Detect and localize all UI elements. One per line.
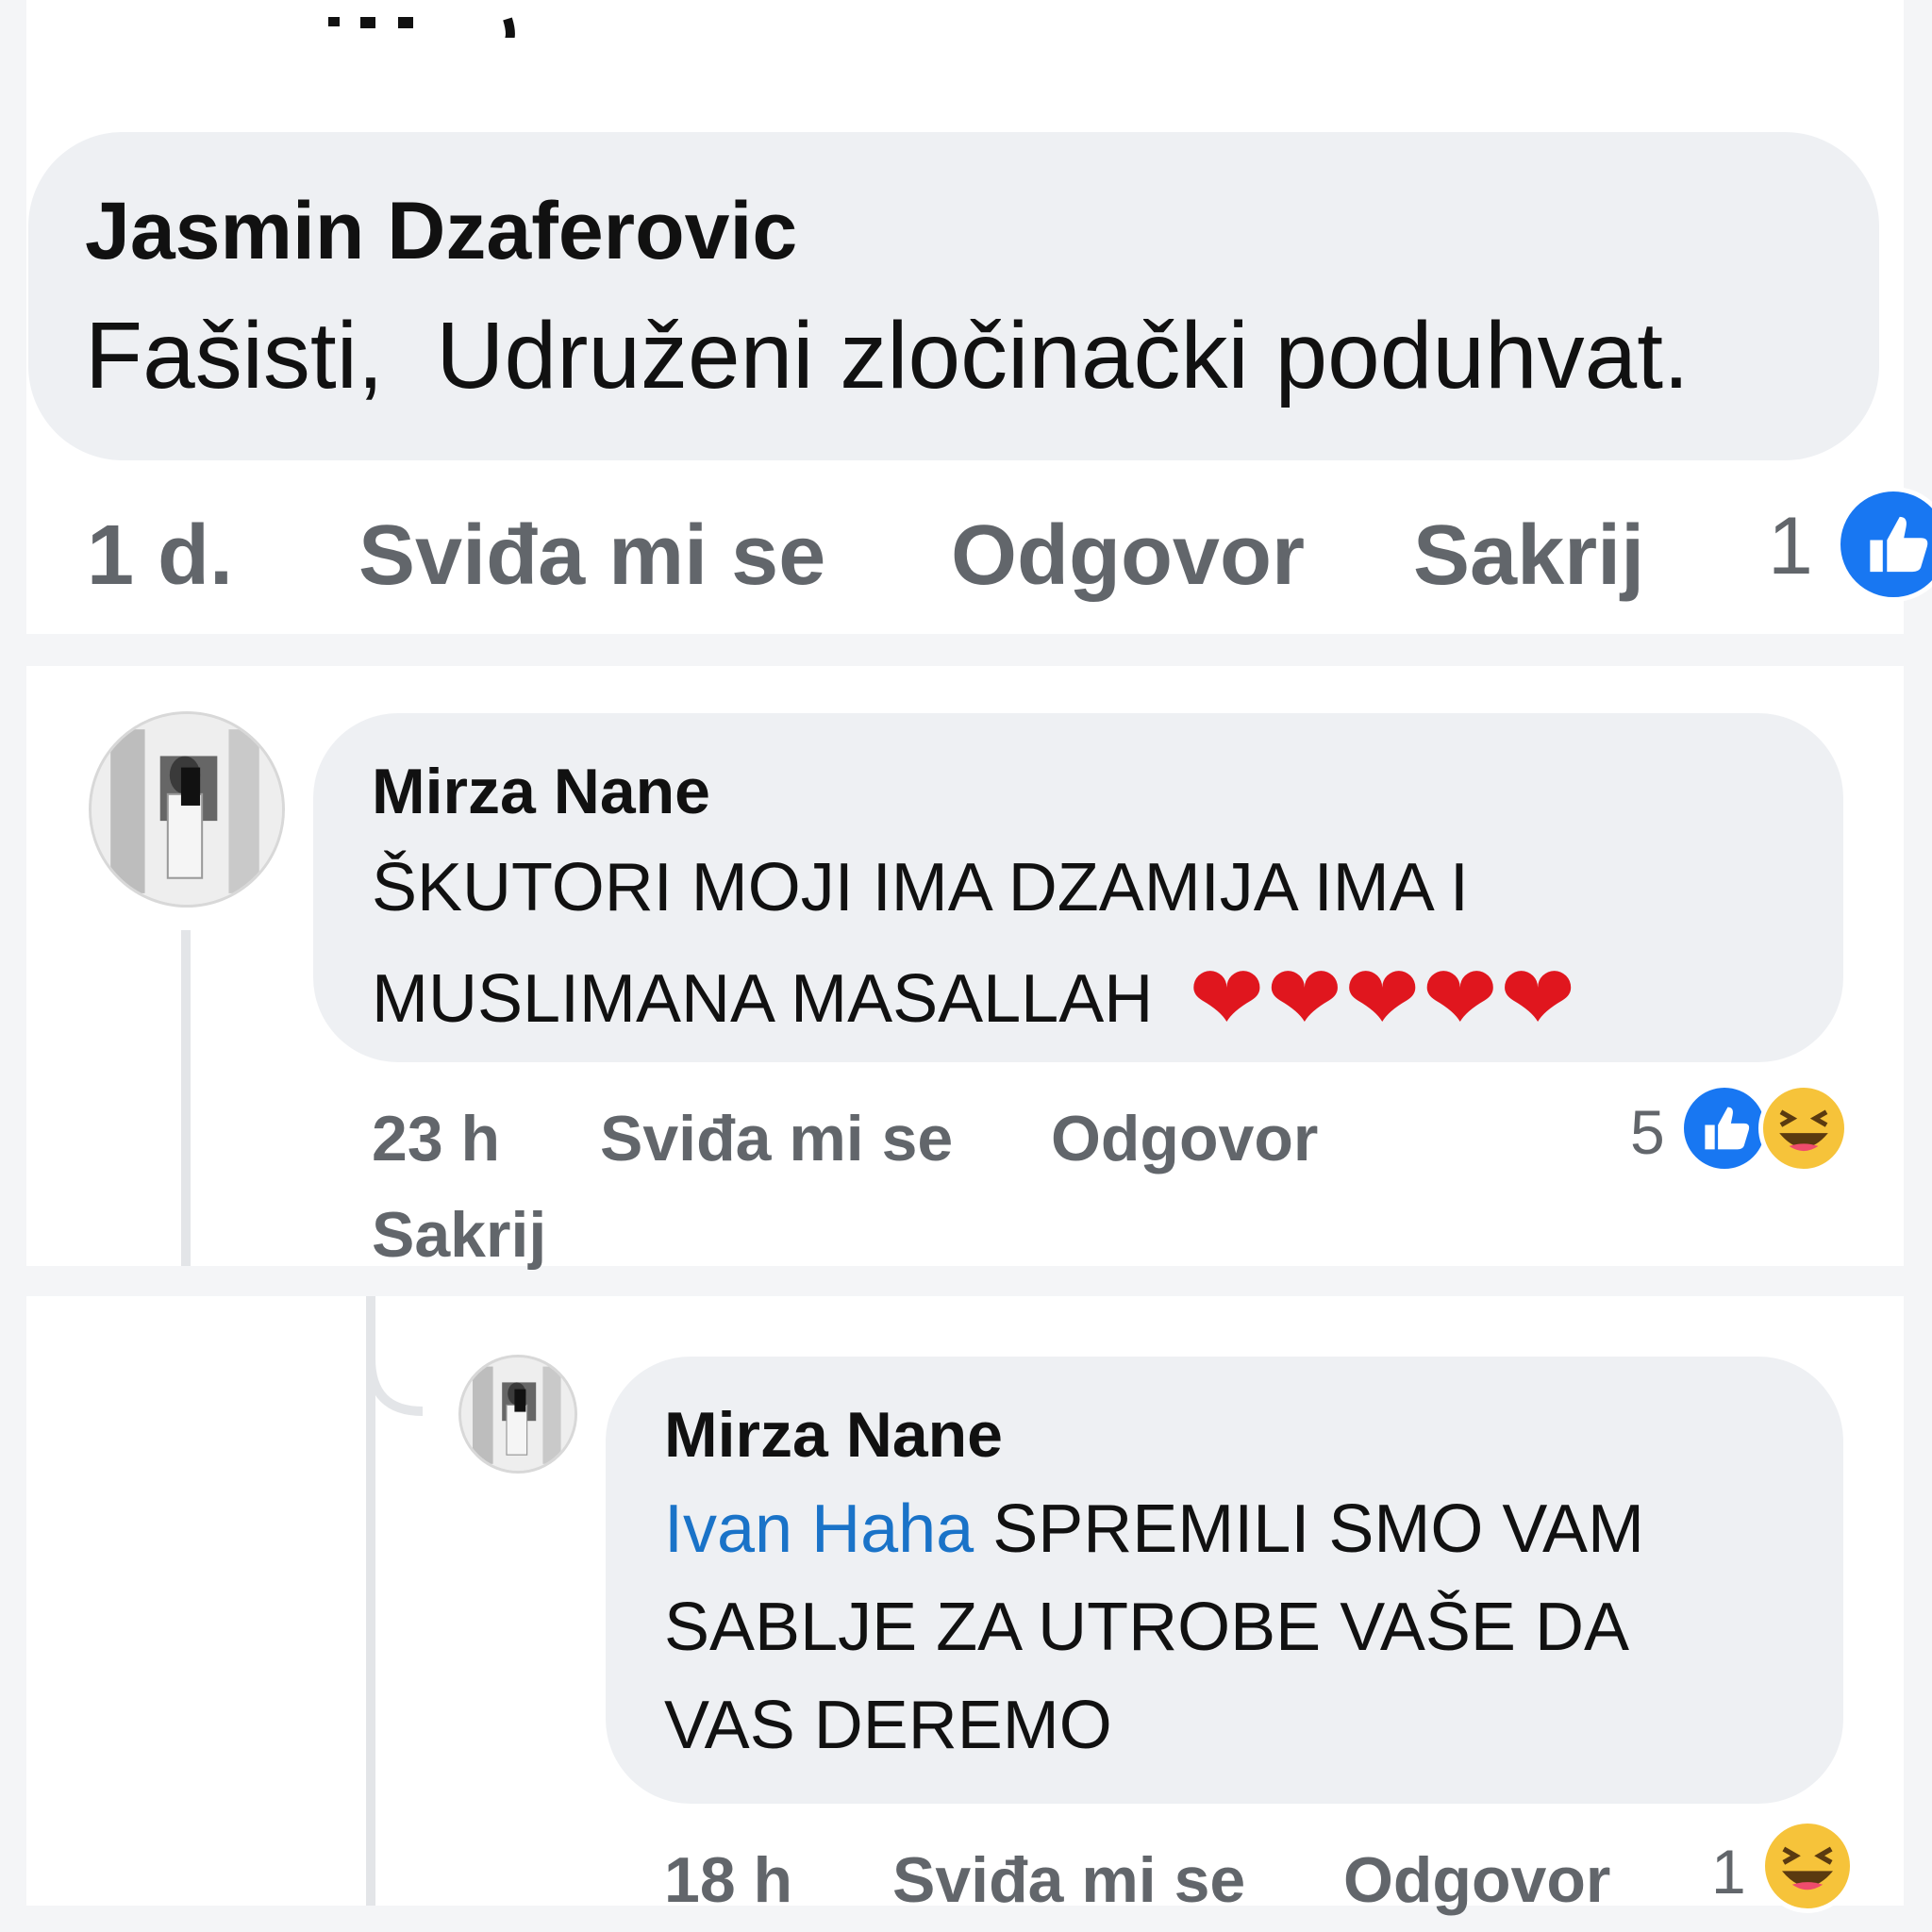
thread-line xyxy=(181,930,191,1266)
like-button[interactable]: Sviđa mi se xyxy=(600,1102,953,1175)
reply-button[interactable]: Odgovor xyxy=(951,508,1305,605)
comment-text: Fašisti, Udruženi zločinački poduhvat. xyxy=(85,303,1690,408)
reaction-count[interactable]: 1 xyxy=(1711,1836,1746,1907)
avatar[interactable] xyxy=(89,711,285,908)
reply-button[interactable]: Odgovor xyxy=(1051,1102,1318,1175)
cropped-text-fragment xyxy=(328,17,515,38)
like-icon xyxy=(1836,487,1932,602)
comment-text-line: VAS DEREMO xyxy=(664,1688,1112,1763)
like-button[interactable]: Sviđa mi se xyxy=(892,1843,1245,1917)
comment-bubble[interactable] xyxy=(28,132,1879,460)
like-icon xyxy=(1679,1083,1770,1174)
comment-text-line: Ivan Haha SPREMILI SMO VAM xyxy=(664,1491,1644,1568)
comment-text-line: MUSLIMANA MASALLAH ❤❤❤❤❤ xyxy=(372,945,1577,1051)
mention-link[interactable]: Ivan Haha xyxy=(664,1491,974,1567)
comment-text-line: ŠKUTORI MOJI IMA DZAMIJA IMA I xyxy=(372,850,1469,925)
haha-icon xyxy=(1760,1819,1855,1913)
hide-button[interactable]: Sakrij xyxy=(1413,508,1644,605)
comment-timestamp[interactable]: 1 d. xyxy=(87,508,233,605)
comment-text-line: SABLJE ZA UTROBE VAŠE DA xyxy=(664,1590,1629,1665)
haha-icon xyxy=(1758,1083,1849,1174)
hide-button[interactable]: Sakrij xyxy=(372,1198,546,1272)
comment-text-segment: SPREMILI SMO VAM xyxy=(974,1491,1645,1567)
reaction-count[interactable]: 5 xyxy=(1630,1096,1665,1168)
comment-author[interactable]: Mirza Nane xyxy=(372,755,710,828)
reaction-count[interactable]: 1 xyxy=(1768,500,1813,593)
comment-author[interactable]: Jasmin Dzaferovic xyxy=(85,185,797,278)
like-button[interactable]: Sviđa mi se xyxy=(358,508,825,605)
avatar[interactable] xyxy=(458,1355,577,1474)
comment-timestamp[interactable]: 23 h xyxy=(372,1102,500,1175)
reply-button[interactable]: Odgovor xyxy=(1343,1843,1610,1917)
comment-text-segment: MUSLIMANA MASALLAH xyxy=(372,961,1154,1037)
comment-author[interactable]: Mirza Nane xyxy=(664,1398,1003,1472)
heart-emojis: ❤❤❤❤❤ xyxy=(1189,945,1578,1051)
reply-connector xyxy=(366,1358,424,1416)
comment-timestamp[interactable]: 18 h xyxy=(664,1843,792,1917)
